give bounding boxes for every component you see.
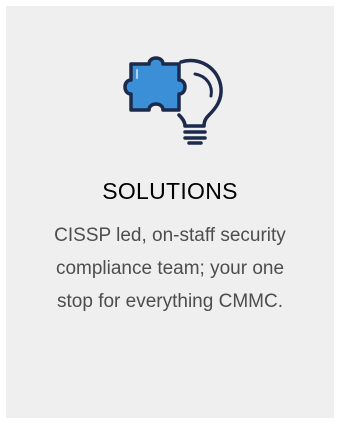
solutions-card: SOLUTIONS CISSP led, on-staff security c… <box>6 6 334 418</box>
card-description: CISSP led, on-staff security compliance … <box>54 225 286 312</box>
puzzle-lightbulb-icon <box>119 48 231 146</box>
card-title: SOLUTIONS <box>102 178 238 204</box>
